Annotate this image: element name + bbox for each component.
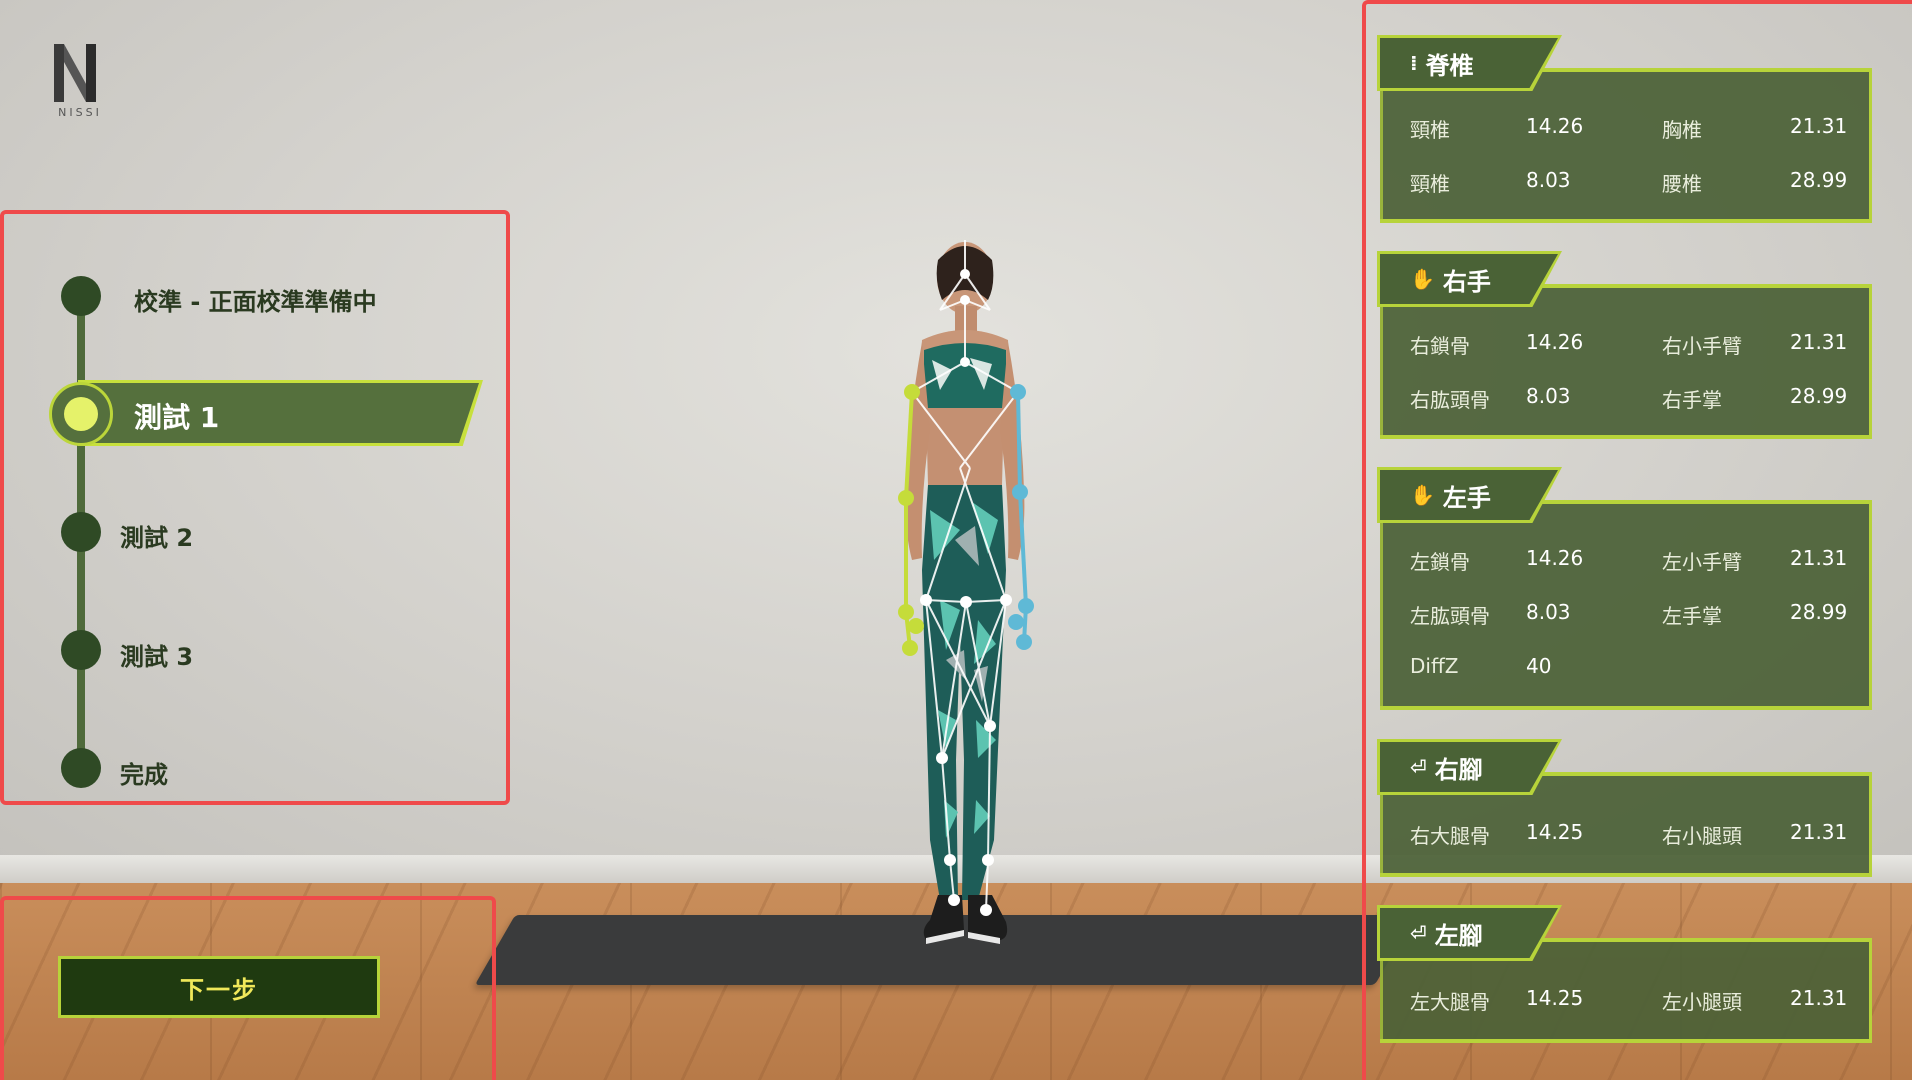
logo-text: NISSI xyxy=(58,106,102,119)
highlight-frame-panels xyxy=(1362,0,1912,1080)
person-with-skeleton xyxy=(898,240,1034,944)
highlight-frame-steps xyxy=(0,210,510,805)
highlight-frame-next xyxy=(0,896,496,1080)
